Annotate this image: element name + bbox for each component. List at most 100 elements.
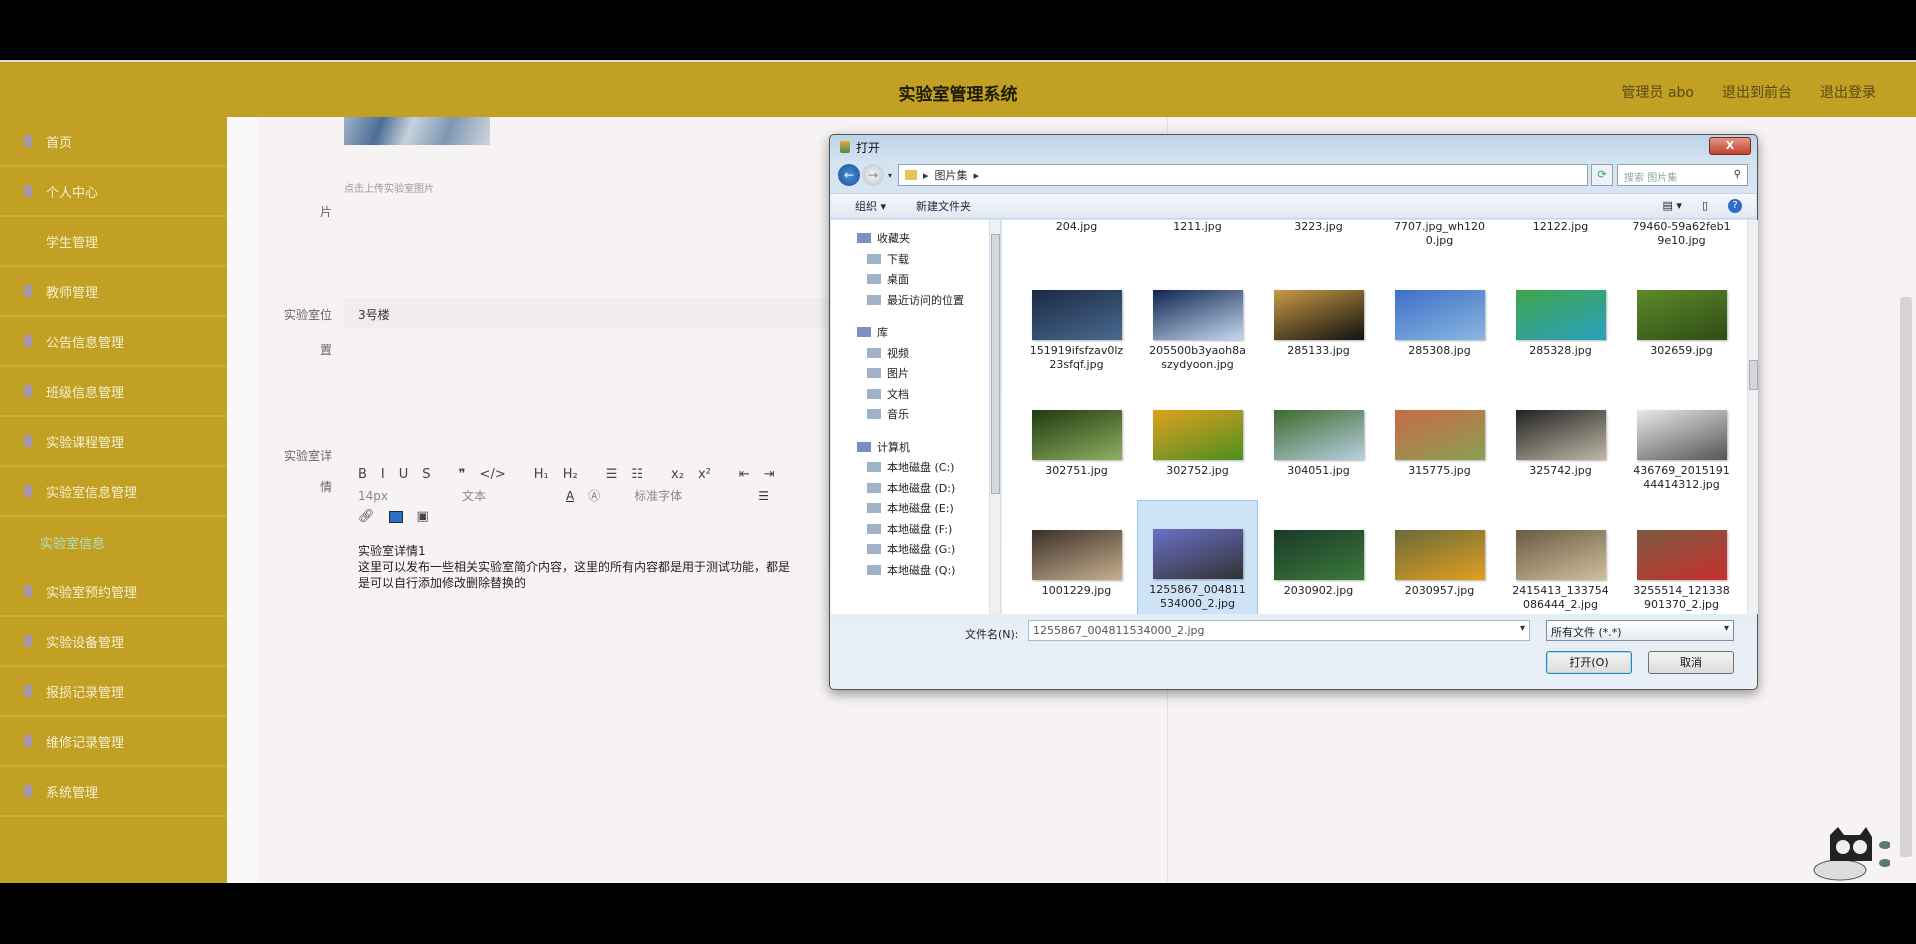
close-button[interactable]: X bbox=[1709, 137, 1751, 155]
file-scrollbar[interactable] bbox=[1747, 220, 1758, 614]
file-item[interactable]: 325742.jpg bbox=[1500, 380, 1621, 500]
nav-item[interactable]: 本地磁盘 (D:) bbox=[831, 478, 1000, 499]
image-icon[interactable] bbox=[388, 510, 403, 523]
search-input[interactable]: 搜索 图片集 ⚲ bbox=[1617, 164, 1748, 186]
history-dropdown-icon[interactable]: ▾ bbox=[888, 171, 892, 180]
file-item[interactable]: 3223.jpg bbox=[1258, 220, 1379, 260]
new-folder-button[interactable]: 新建文件夹 bbox=[916, 198, 971, 214]
open-button[interactable]: 打开(O) bbox=[1546, 651, 1632, 674]
font-size-select[interactable]: 14px bbox=[358, 489, 448, 503]
back-button[interactable]: ← bbox=[838, 164, 860, 186]
nav-item[interactable]: 视频 bbox=[831, 343, 1000, 364]
file-item[interactable]: 2030957.jpg bbox=[1379, 500, 1500, 614]
toolbar-button[interactable]: ☷ bbox=[631, 467, 643, 482]
help-icon[interactable]: ? bbox=[1728, 199, 1742, 213]
nav-item[interactable]: 下载 bbox=[831, 249, 1000, 270]
video-icon[interactable]: ▣ bbox=[417, 509, 429, 524]
sidebar-item[interactable]: 个人中心 bbox=[0, 167, 227, 217]
file-item[interactable]: 285308.jpg bbox=[1379, 260, 1500, 380]
nav-item[interactable]: 文档 bbox=[831, 384, 1000, 405]
forward-button[interactable]: → bbox=[862, 164, 884, 186]
nav-scrollbar[interactable] bbox=[989, 220, 1000, 614]
toolbar-button[interactable]: x₂ bbox=[671, 467, 684, 482]
nav-item[interactable]: 本地磁盘 (C:) bbox=[831, 457, 1000, 478]
file-item[interactable]: 2030902.jpg bbox=[1258, 500, 1379, 614]
file-item[interactable]: 315775.jpg bbox=[1379, 380, 1500, 500]
file-item[interactable]: 285328.jpg bbox=[1500, 260, 1621, 380]
page-scrollbar[interactable] bbox=[1900, 297, 1912, 857]
sidebar-item[interactable]: 班级信息管理 bbox=[0, 367, 227, 417]
file-item[interactable]: 7707.jpg_wh1200.jpg bbox=[1379, 220, 1500, 260]
sidebar-item[interactable]: 系统管理 bbox=[0, 767, 227, 817]
bg-color-icon[interactable]: Ⓐ bbox=[588, 487, 600, 504]
font-color-icon[interactable]: A bbox=[566, 489, 574, 503]
nav-item[interactable]: 最近访问的位置 bbox=[831, 290, 1000, 311]
file-item[interactable]: 302752.jpg bbox=[1137, 380, 1258, 500]
sidebar-item[interactable]: 实验室信息 bbox=[0, 517, 227, 567]
nav-item[interactable]: 库 bbox=[831, 322, 1000, 343]
file-item[interactable]: 3255514_121338901370_2.jpg bbox=[1621, 500, 1742, 614]
file-item[interactable]: 436769_201519144414312.jpg bbox=[1621, 380, 1742, 500]
nav-item[interactable]: 桌面 bbox=[831, 269, 1000, 290]
logout-link[interactable]: 退出登录 bbox=[1820, 82, 1876, 102]
to-front-link[interactable]: 退出到前台 bbox=[1722, 82, 1792, 102]
file-item[interactable]: 2415413_133754086444_2.jpg bbox=[1500, 500, 1621, 614]
toolbar-button[interactable]: x² bbox=[698, 467, 711, 482]
preview-pane-icon[interactable]: ▯ bbox=[1702, 199, 1708, 213]
sidebar-item[interactable]: 实验室预约管理 bbox=[0, 567, 227, 617]
nav-item[interactable]: 收藏夹 bbox=[831, 228, 1000, 249]
sidebar-item[interactable]: 报损记录管理 bbox=[0, 667, 227, 717]
sidebar-item[interactable]: 公告信息管理 bbox=[0, 317, 227, 367]
toolbar-button[interactable]: U bbox=[399, 467, 409, 482]
toolbar-button[interactable]: B bbox=[358, 467, 367, 482]
sidebar-item[interactable]: 维修记录管理 bbox=[0, 717, 227, 767]
font-family-select[interactable]: 标准字体 bbox=[634, 487, 744, 504]
toolbar-button[interactable]: I bbox=[381, 467, 385, 482]
filename-input[interactable]: 1255867_004811534000_2.jpg bbox=[1028, 620, 1530, 641]
cancel-button[interactable]: 取消 bbox=[1648, 651, 1734, 674]
file-item[interactable]: 1001229.jpg bbox=[1016, 500, 1137, 614]
toolbar-button[interactable]: H₁ bbox=[534, 467, 549, 482]
nav-item[interactable]: 本地磁盘 (G:) bbox=[831, 539, 1000, 560]
file-item[interactable]: 1255867_004811534000_2.jpg bbox=[1137, 500, 1258, 614]
nav-item[interactable]: 图片 bbox=[831, 363, 1000, 384]
file-item[interactable]: 285133.jpg bbox=[1258, 260, 1379, 380]
organize-menu[interactable]: 组织 ▾ bbox=[855, 198, 886, 214]
sidebar-item[interactable]: 实验课程管理 bbox=[0, 417, 227, 467]
text-type-select[interactable]: 文本 bbox=[462, 487, 552, 504]
file-item[interactable]: 12122.jpg bbox=[1500, 220, 1621, 260]
lab-image-preview[interactable] bbox=[344, 117, 490, 145]
nav-item[interactable]: 本地磁盘 (Q:) bbox=[831, 560, 1000, 581]
align-icon[interactable]: ☰ bbox=[758, 489, 769, 503]
toolbar-button[interactable]: ⇤ bbox=[739, 467, 750, 482]
toolbar-button[interactable]: ☰ bbox=[606, 467, 618, 482]
file-item[interactable]: 204.jpg bbox=[1016, 220, 1137, 260]
toolbar-button[interactable]: ⇥ bbox=[764, 467, 775, 482]
filetype-select[interactable]: 所有文件 (*.*) bbox=[1546, 620, 1734, 641]
nav-item[interactable]: 音乐 bbox=[831, 404, 1000, 425]
nav-item[interactable]: 本地磁盘 (F:) bbox=[831, 519, 1000, 540]
file-item[interactable]: 302659.jpg bbox=[1621, 260, 1742, 380]
nav-item[interactable]: 计算机 bbox=[831, 437, 1000, 458]
file-item[interactable]: 1211.jpg bbox=[1137, 220, 1258, 260]
nav-item[interactable]: 本地磁盘 (E:) bbox=[831, 498, 1000, 519]
file-item[interactable]: 205500b3yaoh8aszydyoon.jpg bbox=[1137, 260, 1258, 380]
file-item[interactable]: 304051.jpg bbox=[1258, 380, 1379, 500]
toolbar-button[interactable]: </> bbox=[480, 467, 506, 482]
address-bar[interactable]: ▸ 图片集 ▸ bbox=[898, 164, 1589, 186]
file-item[interactable]: 302751.jpg bbox=[1016, 380, 1137, 500]
view-options-icon[interactable]: ▤ ▾ bbox=[1663, 199, 1682, 213]
toolbar-button[interactable]: ❞ bbox=[459, 467, 466, 482]
sidebar-item[interactable]: 实验设备管理 bbox=[0, 617, 227, 667]
path-segment[interactable]: 图片集 bbox=[935, 167, 968, 183]
link-icon[interactable]: 🔗︎ bbox=[358, 509, 375, 524]
sidebar-item[interactable]: 实验室信息管理 bbox=[0, 467, 227, 517]
sidebar-item[interactable]: 首页 bbox=[0, 117, 227, 167]
refresh-button[interactable]: ⟳ bbox=[1591, 164, 1614, 186]
sidebar-item[interactable]: 学生管理 bbox=[0, 217, 227, 267]
toolbar-button[interactable]: H₂ bbox=[563, 467, 578, 482]
sidebar-item[interactable]: 教师管理 bbox=[0, 267, 227, 317]
toolbar-button[interactable]: S bbox=[422, 467, 430, 482]
file-item[interactable]: 79460-59a62feb19e10.jpg bbox=[1621, 220, 1742, 260]
file-item[interactable]: 151919ifsfzav0lz23sfqf.jpg bbox=[1016, 260, 1137, 380]
